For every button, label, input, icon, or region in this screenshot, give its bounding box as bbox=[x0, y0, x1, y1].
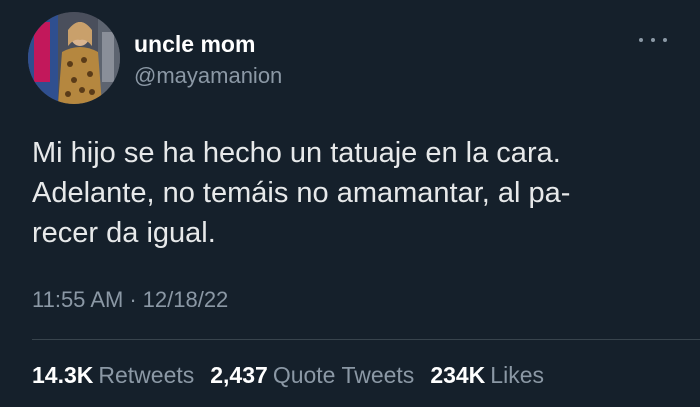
tweet-card: uncle mom @mayamanion Mi hijo se ha hech… bbox=[0, 0, 700, 407]
tweet-text-line: Adelante, no temáis no amamantar, al pa- bbox=[32, 177, 571, 209]
tweet-time: 11:55 AM bbox=[32, 287, 124, 312]
more-dot bbox=[651, 38, 655, 42]
profile-photo bbox=[28, 12, 120, 104]
tweet-text-line: Mi hijo se ha hecho un tatuaje en la car… bbox=[32, 137, 561, 169]
display-name[interactable]: uncle mom bbox=[134, 31, 255, 58]
retweets-count: 14.3K bbox=[32, 362, 94, 388]
quote-tweets-stat[interactable]: 2,437 Quote Tweets bbox=[210, 362, 414, 389]
likes-count: 234K bbox=[430, 362, 486, 388]
retweets-label: Retweets bbox=[98, 362, 195, 388]
user-handle[interactable]: @mayamanion bbox=[134, 63, 282, 89]
more-dot bbox=[639, 38, 643, 42]
more-dot bbox=[663, 38, 667, 42]
tweet-timestamp[interactable]: 11:55 AM · 12/18/22 bbox=[32, 287, 228, 313]
divider bbox=[32, 339, 700, 340]
timestamp-separator: · bbox=[129, 287, 137, 312]
tweet-text: Mi hijo se ha hecho un tatuaje en la car… bbox=[32, 133, 682, 253]
more-horizontal-icon[interactable] bbox=[636, 30, 670, 50]
retweets-stat[interactable]: 14.3K Retweets bbox=[32, 362, 194, 389]
tweet-text-line: recer da igual. bbox=[32, 217, 216, 249]
tweet-date: 12/18/22 bbox=[142, 287, 229, 312]
tweet-stats: 14.3K Retweets 2,437 Quote Tweets 234K Like… bbox=[32, 362, 560, 389]
likes-stat[interactable]: 234K Likes bbox=[430, 362, 544, 389]
quote-tweets-label: Quote Tweets bbox=[272, 362, 415, 388]
quote-tweets-count: 2,437 bbox=[210, 362, 268, 388]
avatar[interactable] bbox=[28, 12, 120, 104]
likes-label: Likes bbox=[490, 362, 544, 388]
